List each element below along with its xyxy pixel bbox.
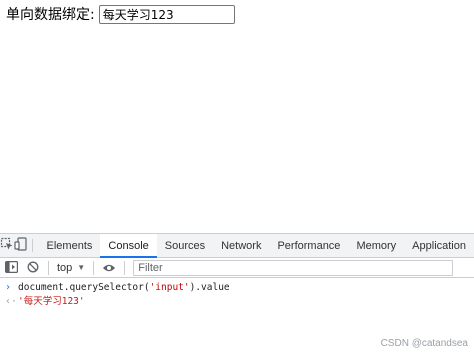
tab-performance[interactable]: Performance [269, 234, 348, 257]
live-expression-button[interactable] [98, 258, 120, 278]
inspect-element-button[interactable] [0, 234, 14, 257]
page-area: 单向数据绑定: [0, 0, 474, 233]
tab-network[interactable]: Network [213, 234, 269, 257]
chevron-down-icon: ▼ [77, 263, 86, 272]
console-output: › document.querySelector('input').value … [0, 278, 474, 309]
tab-sources[interactable]: Sources [157, 234, 213, 257]
filter-input[interactable] [133, 259, 454, 276]
tab-elements[interactable]: Elements [39, 234, 101, 257]
result-arrow-icon: ‹· [5, 296, 18, 307]
devtools-tabbar: Elements Console Sources Network Perform… [0, 234, 474, 258]
binding-row: 单向数据绑定: [6, 5, 235, 24]
command-suffix: ).value [189, 282, 230, 293]
result-value: '每天学习123' [18, 296, 85, 307]
context-selector-label: top [57, 261, 73, 274]
console-toolbar: top ▼ [0, 258, 474, 278]
console-command-line[interactable]: › document.querySelector('input').value [0, 281, 474, 295]
toolbar-separator [93, 260, 95, 275]
watermark: CSDN @catandsea [380, 338, 468, 349]
show-sidebar-button[interactable] [0, 258, 22, 278]
device-toolbar-icon [14, 236, 28, 255]
command-prefix: document.querySelector( [18, 282, 150, 293]
clear-console-icon [27, 258, 39, 277]
show-sidebar-icon [4, 258, 18, 277]
devtools-panel: Elements Console Sources Network Perform… [0, 233, 474, 353]
clear-console-button[interactable] [22, 258, 44, 278]
device-toolbar-button[interactable] [14, 234, 28, 257]
tab-console[interactable]: Console [100, 234, 158, 258]
toolbar-separator [48, 260, 49, 275]
console-result-line: ‹· '每天学习123' [0, 295, 474, 309]
binding-input[interactable] [98, 5, 235, 24]
inspect-element-icon [0, 236, 14, 255]
tab-memory[interactable]: Memory [348, 234, 404, 257]
context-selector[interactable]: top ▼ [53, 262, 89, 274]
command-argument: 'input' [149, 282, 190, 293]
tabbar-separator [32, 239, 33, 252]
binding-label: 单向数据绑定: [6, 6, 95, 23]
tab-application[interactable]: Application [404, 234, 474, 257]
prompt-arrow-icon: › [5, 282, 12, 293]
live-expression-icon [102, 258, 116, 277]
toolbar-separator [124, 260, 126, 275]
